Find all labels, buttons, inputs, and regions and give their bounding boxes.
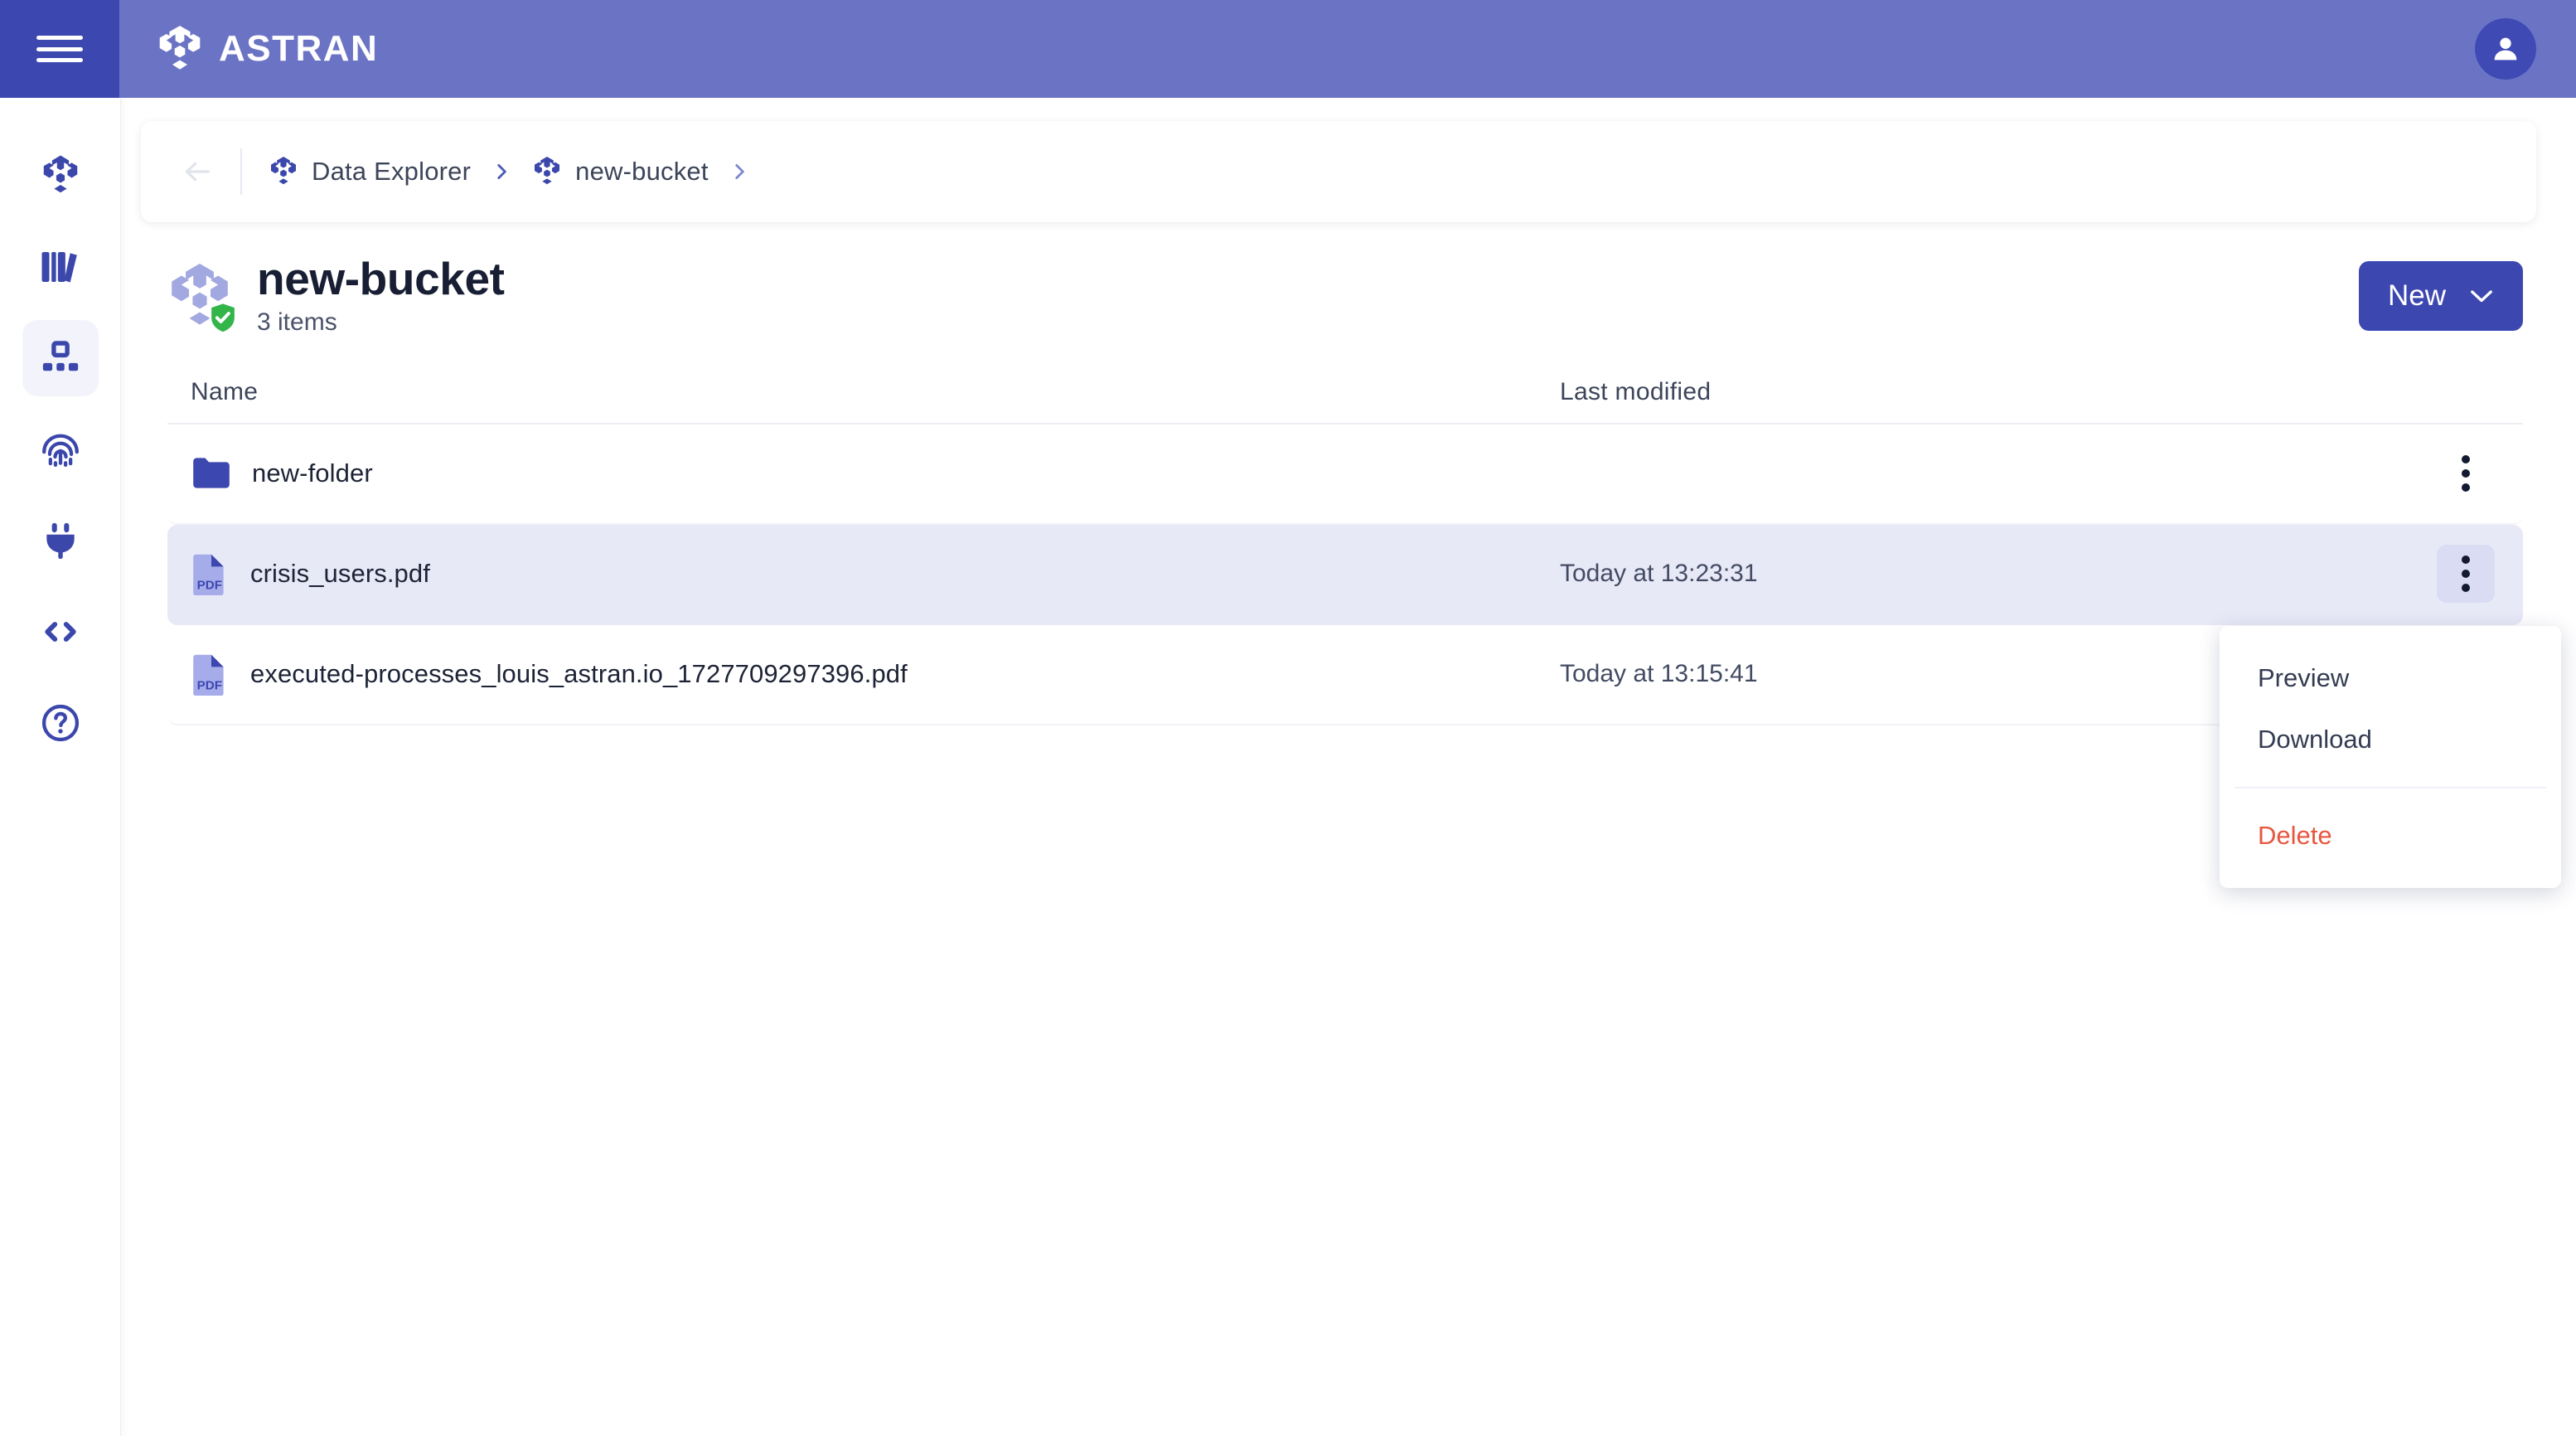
menu-divider (2235, 786, 2546, 788)
table-header: Name Last modified (167, 361, 2523, 424)
sitemap-icon (42, 341, 78, 371)
row-menu-button[interactable] (2437, 545, 2495, 604)
main-content: Data Explorer new-bucket new-bucket 3 it… (121, 98, 2576, 1436)
arrow-left-icon (185, 162, 210, 182)
brand-bar: ASTRAN (119, 0, 2576, 98)
brand-name: ASTRAN (219, 28, 379, 69)
bucket-hexagon-icon (167, 261, 235, 332)
file-name: new-folder (252, 458, 373, 488)
table-row[interactable]: PDF crisis_users.pdf Today at 13:23:31 (167, 524, 2523, 625)
sidebar-item-library[interactable] (22, 229, 99, 305)
hexagon-icon (535, 157, 560, 185)
item-count: 3 items (257, 308, 337, 336)
svg-text:PDF: PDF (197, 679, 222, 693)
svg-text:PDF: PDF (197, 579, 222, 593)
folder-icon (193, 458, 230, 488)
new-button-label: New (2387, 279, 2447, 312)
menu-toggle-button[interactable] (0, 0, 119, 98)
breadcrumb: Data Explorer new-bucket (269, 155, 770, 188)
breadcrumb-card: Data Explorer new-bucket (141, 121, 2536, 222)
astran-hexagon-logo (159, 26, 201, 70)
new-button[interactable]: New (2359, 260, 2523, 331)
app-root: ASTRAN Data Explorer new-bucket new-buck… (0, 0, 2576, 1436)
fingerprint-icon (41, 434, 79, 468)
chevron-right-icon (491, 158, 512, 186)
pdf-file-icon: PDF (193, 555, 224, 596)
breadcrumb-label: Data Explorer (312, 157, 472, 186)
cell-actions (2132, 545, 2523, 604)
file-name: executed-processes_louis_astran.io_17277… (250, 659, 908, 689)
chevron-down-icon (2471, 290, 2492, 302)
sidebar-rail (0, 98, 121, 1436)
help-circle-icon (41, 704, 79, 742)
avatar[interactable] (2475, 18, 2536, 80)
sidebar-item-workspace[interactable] (22, 138, 99, 214)
cell-name: PDF executed-processes_louis_astran.io_1… (167, 653, 1560, 696)
sidebar-item-identity[interactable] (22, 411, 99, 488)
menu-item-delete[interactable]: Delete (2220, 805, 2561, 866)
sidebar-item-help[interactable] (22, 685, 99, 761)
user-avatar-icon (2494, 37, 2517, 61)
hexagon-icon (271, 157, 296, 185)
table-row[interactable]: PDF executed-processes_louis_astran.io_1… (167, 625, 2523, 725)
library-books-icon (41, 252, 77, 283)
shield-check-icon (211, 303, 235, 332)
top-bar: ASTRAN (0, 0, 2576, 98)
sidebar-item-data-explorer[interactable] (22, 320, 99, 396)
cell-name: PDF crisis_users.pdf (167, 552, 1560, 596)
breadcrumb-divider (240, 148, 242, 195)
menu-item-download[interactable]: Download (2220, 709, 2561, 770)
pdf-file-icon: PDF (193, 655, 224, 696)
breadcrumb-item-data-explorer[interactable]: Data Explorer (269, 155, 471, 188)
cell-last-modified: Today at 13:15:41 (1560, 660, 1758, 688)
menu-item-preview[interactable]: Preview (2220, 648, 2561, 709)
column-header-name: Name (191, 377, 259, 405)
page-title-group: new-bucket 3 items (167, 255, 505, 337)
astran-hexagon-icon (43, 155, 77, 193)
page-header: new-bucket 3 items New (141, 250, 2536, 337)
sidebar-item-integrations[interactable] (22, 502, 99, 579)
cell-last-modified: Today at 13:23:31 (1560, 560, 1758, 588)
brand-home-link[interactable]: ASTRAN (157, 25, 378, 73)
sidebar-item-developers[interactable] (22, 594, 99, 670)
cell-actions (2132, 444, 2523, 502)
back-button[interactable] (174, 148, 220, 195)
file-name: crisis_users.pdf (250, 559, 430, 589)
row-menu-button[interactable] (2437, 444, 2495, 502)
page-title: new-bucket (257, 253, 505, 304)
breadcrumb-label: new-bucket (575, 157, 709, 186)
column-header-last-modified: Last modified (1560, 377, 1712, 405)
file-table: Name Last modified new-folder PDF crisis… (141, 361, 2561, 888)
hamburger-icon (36, 32, 83, 65)
plug-icon (46, 522, 75, 560)
code-brackets-icon (44, 622, 76, 642)
cell-name: new-folder (167, 456, 1560, 491)
page-title-texts: new-bucket 3 items (257, 255, 505, 337)
row-context-menu: Preview Download Delete (2220, 625, 2561, 888)
breadcrumb-item-new-bucket[interactable]: new-bucket (532, 155, 709, 188)
table-row[interactable]: new-folder (167, 424, 2523, 525)
chevron-right-icon (729, 158, 750, 186)
